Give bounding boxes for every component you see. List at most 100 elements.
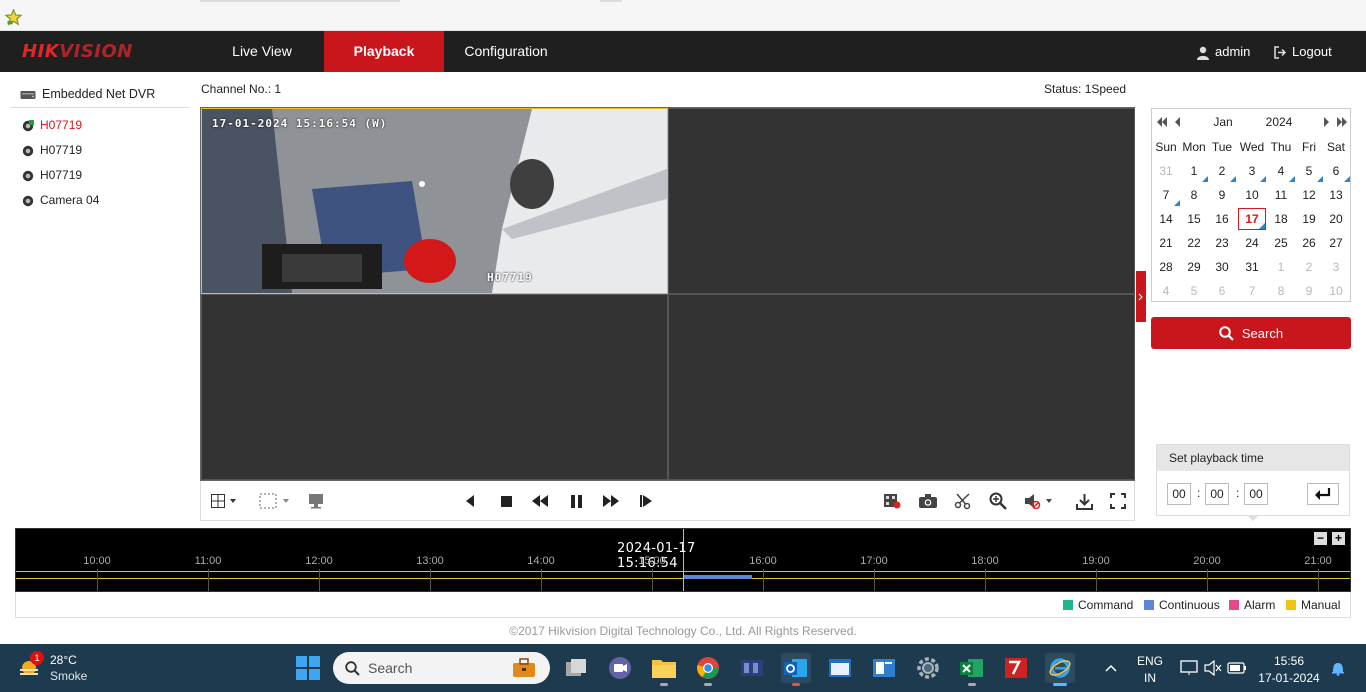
taskbar-search[interactable]: Search (333, 652, 550, 684)
fullscreen-button[interactable] (1107, 490, 1129, 512)
window-layout-button[interactable] (207, 490, 243, 512)
calendar-day[interactable]: 9 (1208, 184, 1236, 206)
calendar-day[interactable]: 31 (1152, 160, 1180, 182)
calendar-day[interactable]: 28 (1152, 256, 1180, 278)
nav-playback[interactable]: Playback (324, 31, 444, 72)
user-menu[interactable]: admin (1196, 31, 1250, 72)
calendar-day[interactable]: 5 (1295, 160, 1323, 182)
pause-button[interactable] (565, 490, 587, 512)
calendar-day[interactable]: 1 (1267, 256, 1295, 278)
calendar-day[interactable]: 2 (1295, 256, 1323, 278)
calendar-day[interactable]: 10 (1238, 184, 1266, 206)
audio-button[interactable] (1021, 490, 1057, 512)
battery-icon[interactable] (1222, 653, 1252, 683)
apply-time-button[interactable] (1307, 483, 1339, 505)
timeline[interactable]: 2024-01-17 15:16:54 − + 10:00 11:00 12:00 1… (15, 528, 1351, 592)
calendar-day[interactable]: 16 (1208, 208, 1236, 230)
calendar-day[interactable]: 26 (1295, 232, 1323, 254)
calendar-day[interactable]: 7 (1152, 184, 1180, 206)
camera-item-3[interactable]: H07719 (22, 167, 82, 183)
logout-button[interactable]: Logout (1274, 31, 1332, 72)
camera-item-2[interactable]: H07719 (22, 142, 82, 158)
calendar-day[interactable]: 25 (1267, 232, 1295, 254)
video-window-2[interactable] (668, 108, 1135, 294)
prev-month-icon[interactable] (1172, 116, 1184, 128)
task-view-icon[interactable] (561, 653, 591, 683)
download-button[interactable] (1073, 490, 1095, 512)
outlook-icon[interactable] (781, 653, 811, 686)
calendar-day[interactable]: 13 (1322, 184, 1350, 206)
camera-item-1[interactable]: H07719 (22, 117, 82, 133)
teams-icon[interactable] (605, 653, 635, 683)
calendar-day[interactable]: 18 (1267, 208, 1295, 230)
calendar-day[interactable]: 3 (1238, 160, 1266, 182)
calendar-day[interactable]: 27 (1322, 232, 1350, 254)
app-icon-window[interactable] (825, 653, 855, 683)
calendar-day[interactable]: 17 (1238, 208, 1266, 230)
calendar-day[interactable]: 14 (1152, 208, 1180, 230)
second-input[interactable]: 00 (1244, 483, 1268, 505)
settings-icon[interactable] (913, 653, 943, 683)
next-year-icon[interactable] (1336, 116, 1348, 128)
clip-button[interactable] (952, 490, 974, 512)
calendar-day[interactable]: 19 (1295, 208, 1323, 230)
reverse-play-button[interactable] (459, 490, 481, 512)
capture-button[interactable] (917, 490, 939, 512)
calendar-month[interactable]: Jan (1208, 115, 1238, 129)
calendar-day[interactable]: 5 (1180, 280, 1208, 302)
calendar-day[interactable]: 4 (1152, 280, 1180, 302)
search-button[interactable]: Search (1151, 317, 1351, 349)
select-region-button[interactable] (256, 490, 292, 512)
video-window-3[interactable] (201, 294, 668, 480)
system-clock[interactable]: 15:56 17-01-2024 (1254, 654, 1324, 685)
calendar-day[interactable]: 1 (1180, 160, 1208, 182)
app-icon-reader[interactable] (869, 653, 899, 683)
calendar-day[interactable]: 8 (1267, 280, 1295, 302)
notifications-icon[interactable] (1323, 653, 1353, 683)
calendar-day[interactable]: 15 (1180, 208, 1208, 230)
zoom-button[interactable] (987, 490, 1009, 512)
video-window-4[interactable] (668, 294, 1135, 480)
digital-zoom-button[interactable] (305, 490, 327, 512)
device-tree-root[interactable]: Embedded Net DVR (20, 86, 155, 102)
language-indicator[interactable]: ENG IN (1135, 654, 1165, 685)
app-icon-tally[interactable] (737, 653, 767, 683)
calendar-day[interactable]: 21 (1152, 232, 1180, 254)
calendar-day[interactable]: 3 (1322, 256, 1350, 278)
file-explorer-icon[interactable] (649, 653, 679, 686)
next-month-icon[interactable] (1320, 116, 1332, 128)
calendar-day[interactable]: 22 (1180, 232, 1208, 254)
zoom-out-button[interactable]: − (1314, 532, 1327, 545)
calendar-day[interactable]: 10 (1322, 280, 1350, 302)
calendar-day[interactable]: 29 (1180, 256, 1208, 278)
calendar-day[interactable]: 20 (1322, 208, 1350, 230)
excel-icon[interactable] (957, 653, 987, 686)
calendar-day[interactable]: 8 (1180, 184, 1208, 206)
calendar-day[interactable]: 31 (1238, 256, 1266, 278)
stop-all-button[interactable] (881, 490, 903, 512)
single-frame-button[interactable] (635, 490, 657, 512)
chrome-icon[interactable] (693, 653, 723, 686)
calendar-day[interactable]: 4 (1267, 160, 1295, 182)
minute-input[interactable]: 00 (1205, 483, 1229, 505)
internet-explorer-icon[interactable] (1045, 653, 1075, 686)
collapse-panel-handle[interactable] (1136, 271, 1146, 322)
camera-item-4[interactable]: Camera 04 (22, 192, 99, 208)
nav-configuration[interactable]: Configuration (444, 31, 568, 72)
calendar-day[interactable]: 11 (1267, 184, 1295, 206)
prev-year-icon[interactable] (1156, 116, 1168, 128)
calendar-day[interactable]: 12 (1295, 184, 1323, 206)
nav-live-view[interactable]: Live View (200, 31, 324, 72)
stop-button[interactable] (495, 490, 517, 512)
calendar-day[interactable]: 24 (1238, 232, 1266, 254)
calendar-year[interactable]: 2024 (1264, 115, 1294, 129)
hour-input[interactable]: 00 (1167, 483, 1191, 505)
calendar-day[interactable]: 6 (1208, 280, 1236, 302)
zoom-in-button[interactable]: + (1332, 532, 1345, 545)
slow-down-button[interactable] (529, 490, 551, 512)
calendar-day[interactable]: 9 (1295, 280, 1323, 302)
calendar-day[interactable]: 7 (1238, 280, 1266, 302)
continuous-recording-segment[interactable] (684, 575, 752, 579)
start-button[interactable] (293, 653, 323, 683)
calendar-day[interactable]: 30 (1208, 256, 1236, 278)
